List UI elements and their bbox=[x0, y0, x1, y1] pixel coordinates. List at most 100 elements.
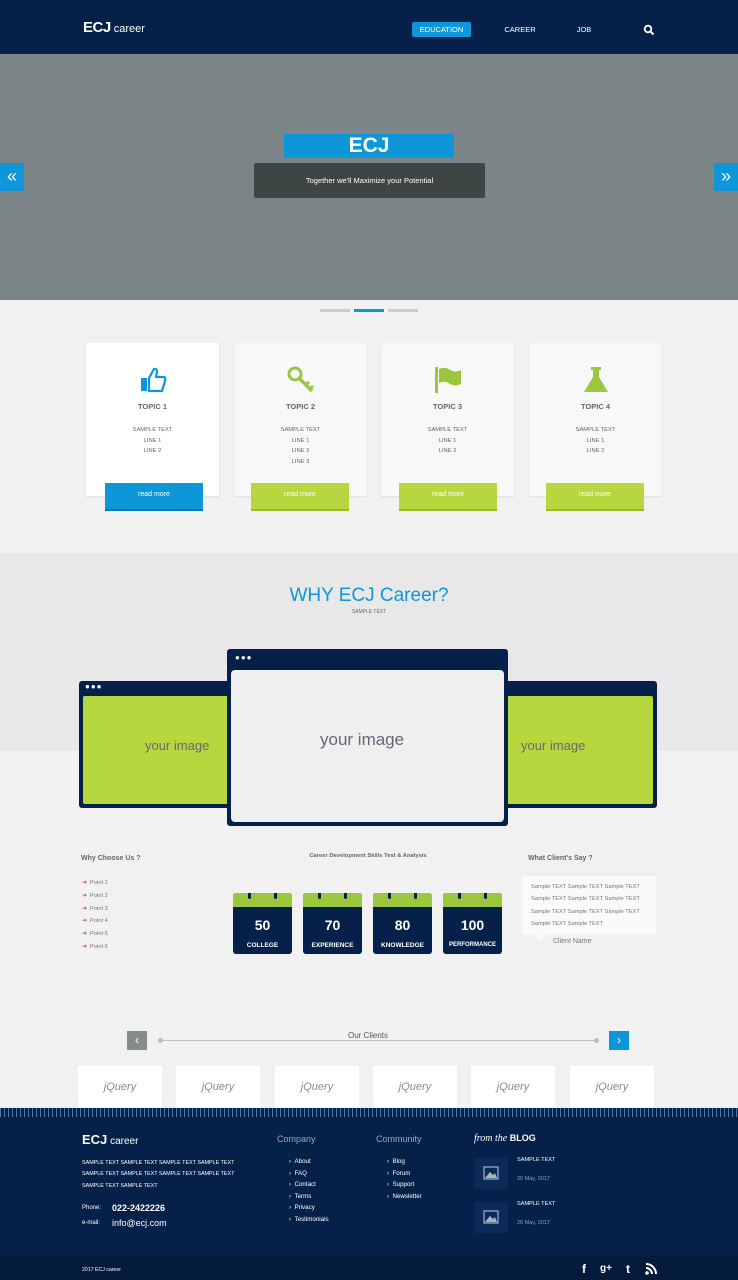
skills-heading: Career Development Skills Test & Analysi… bbox=[309, 853, 427, 859]
client-logo[interactable]: jQuery bbox=[275, 1066, 359, 1108]
stat-card-performance: 100 PERFORMANCE bbox=[443, 893, 502, 954]
community-heading: Community bbox=[376, 1134, 422, 1144]
footer-link-blog[interactable]: › Blog bbox=[387, 1158, 405, 1165]
blog-post-title[interactable]: SAMPLE TEXT bbox=[517, 1157, 555, 1163]
slide-dot-1[interactable] bbox=[320, 309, 350, 312]
image-icon bbox=[483, 1166, 499, 1180]
phone-number: 022-2422226 bbox=[112, 1203, 166, 1213]
footer-link-forum[interactable]: › Forum bbox=[387, 1170, 410, 1177]
stat-card-college: 50 COLLEGE bbox=[233, 893, 292, 954]
slider-next-button[interactable]: » bbox=[714, 163, 738, 191]
stat-label: PERFORMANCE bbox=[448, 942, 496, 948]
footer-link-newsletter[interactable]: › Newsletter bbox=[387, 1193, 422, 1200]
rss-icon[interactable] bbox=[644, 1262, 658, 1276]
key-icon bbox=[287, 366, 315, 393]
stat-value: 50 bbox=[254, 917, 271, 933]
client-logo[interactable]: jQuery bbox=[373, 1066, 457, 1108]
footer-link-testimonials[interactable]: › Testimonials bbox=[289, 1216, 329, 1223]
client-logo[interactable]: jQuery bbox=[78, 1066, 162, 1108]
topic-title: TOPIC 4 bbox=[580, 402, 611, 411]
footer-description: SAMPLE TEXT SAMPLE TEXT SAMPLE TEXT SAMP… bbox=[82, 1160, 235, 1189]
clients-prev-button[interactable]: ‹ bbox=[127, 1031, 147, 1050]
tumblr-icon[interactable]: t bbox=[621, 1262, 635, 1276]
client-logo[interactable]: jQuery bbox=[176, 1066, 260, 1108]
nav-career[interactable]: CAREER bbox=[500, 22, 540, 37]
blog-thumbnail[interactable] bbox=[474, 1202, 508, 1233]
email-link[interactable]: info@ecj.com bbox=[112, 1218, 167, 1228]
testimonial-heading: What Client's Say ? bbox=[528, 855, 593, 862]
footer-link-terms[interactable]: › Terms bbox=[289, 1193, 311, 1200]
nav-job[interactable]: JOB bbox=[568, 22, 600, 37]
list-item: ➔ Point 5 bbox=[82, 931, 108, 937]
blog-post-date: 26 May, 2017 bbox=[517, 1176, 550, 1182]
list-item: ➔ Point 2 bbox=[82, 893, 108, 899]
browser-window-left: ●●● your image bbox=[79, 681, 239, 808]
topic-title: TOPIC 2 bbox=[285, 402, 316, 411]
topic-lines: SAMPLE TEXT LINE 1 LINE 2 LINE 3 bbox=[280, 427, 321, 465]
browser-window-center: ●●● your image bbox=[227, 649, 508, 826]
footer-link-faq[interactable]: › FAQ bbox=[289, 1170, 307, 1177]
testimonial-bubble: Sample TEXT Sample TEXT Sample TEXT Sampl… bbox=[522, 876, 656, 934]
chevron-right-icon: › bbox=[617, 1033, 621, 1047]
list-item: ➔ Point 3 bbox=[82, 906, 108, 912]
topic-lines: SAMPLE TEXT LINE 1 LINE 2 bbox=[427, 427, 468, 454]
image-placeholder: your image bbox=[320, 730, 405, 749]
footer-link-privacy[interactable]: › Privacy bbox=[289, 1204, 315, 1211]
google-plus-icon[interactable]: g+ bbox=[599, 1262, 613, 1276]
topic-card-4: TOPIC 4 SAMPLE TEXT LINE 1 LINE 2 bbox=[529, 343, 662, 496]
double-chevron-right-icon: » bbox=[720, 166, 731, 186]
read-more-button-1[interactable]: read more bbox=[105, 483, 203, 509]
thumbs-up-icon bbox=[141, 367, 167, 393]
topic-lines: SAMPLE TEXT LINE 1 LINE 2 bbox=[575, 427, 616, 454]
double-chevron-left-icon: « bbox=[6, 166, 17, 186]
stat-label: COLLEGE bbox=[246, 942, 279, 949]
image-placeholder: your image bbox=[521, 738, 586, 753]
list-item: ➔ Point 1 bbox=[82, 880, 108, 886]
stat-value: 70 bbox=[324, 917, 341, 933]
client-logo[interactable]: jQuery bbox=[471, 1066, 555, 1108]
topic-card-2: TOPIC 2 SAMPLE TEXT LINE 1 LINE 2 LINE 3 bbox=[234, 343, 367, 496]
blog-post-title[interactable]: SAMPLE TEXT bbox=[517, 1201, 555, 1207]
client-logo[interactable]: jQuery bbox=[570, 1066, 654, 1108]
facebook-icon[interactable]: f bbox=[577, 1262, 591, 1276]
blog-thumbnail[interactable] bbox=[474, 1158, 508, 1189]
image-icon bbox=[483, 1210, 499, 1224]
slide-dot-2[interactable] bbox=[354, 309, 384, 312]
stat-label: KNOWLEDGE bbox=[381, 942, 424, 949]
hero-title: ECJ bbox=[284, 134, 454, 158]
stat-card-experience: 70 EXPERIENCE bbox=[303, 893, 362, 954]
clients-next-button[interactable]: › bbox=[609, 1031, 629, 1050]
blog-heading: from the BLOG bbox=[474, 1133, 536, 1144]
client-name: Client Name bbox=[553, 938, 592, 945]
stat-value: 100 bbox=[460, 917, 485, 933]
slide-dot-3[interactable] bbox=[388, 309, 418, 312]
read-more-button-4[interactable]: read more bbox=[546, 483, 644, 509]
image-placeholder: your image bbox=[145, 738, 210, 753]
topic-title: TOPIC 1 bbox=[137, 402, 168, 411]
email-label: e-mail: bbox=[82, 1220, 101, 1226]
why-choose-heading: Why Choose Us ? bbox=[81, 855, 141, 862]
stat-label: EXPERIENCE bbox=[311, 942, 354, 949]
list-item: ➔ Point 6 bbox=[82, 944, 108, 950]
site-logo[interactable]: ECJ career bbox=[83, 19, 145, 36]
stat-value: 80 bbox=[394, 917, 411, 933]
topic-title: TOPIC 3 bbox=[432, 402, 463, 411]
nav-education[interactable]: EDUCATION bbox=[412, 22, 471, 37]
list-item: ➔ Point 4 bbox=[82, 918, 108, 924]
clients-title: Our Clients bbox=[318, 1031, 418, 1040]
read-more-button-3[interactable]: read more bbox=[399, 483, 497, 509]
footer-logo[interactable]: ECJ career bbox=[82, 1131, 138, 1149]
stat-card-knowledge: 80 KNOWLEDGE bbox=[373, 893, 432, 954]
slider-prev-button[interactable]: « bbox=[0, 163, 24, 191]
search-icon[interactable] bbox=[643, 24, 655, 36]
flag-icon bbox=[435, 367, 461, 393]
flask-icon bbox=[584, 367, 608, 392]
topic-card-1: TOPIC 1 SAMPLE TEXT LINE 1 LINE 2 bbox=[86, 343, 219, 496]
company-heading: Company bbox=[277, 1134, 316, 1144]
footer-link-contact[interactable]: › Contact bbox=[289, 1181, 316, 1188]
footer-link-support[interactable]: › Support bbox=[387, 1181, 414, 1188]
read-more-button-2[interactable]: read more bbox=[251, 483, 349, 509]
topic-lines: SAMPLE TEXT LINE 1 LINE 2 bbox=[132, 427, 173, 454]
why-subtitle: SAMPLE TEXT bbox=[351, 609, 387, 615]
footer-link-about[interactable]: › About bbox=[289, 1158, 311, 1165]
